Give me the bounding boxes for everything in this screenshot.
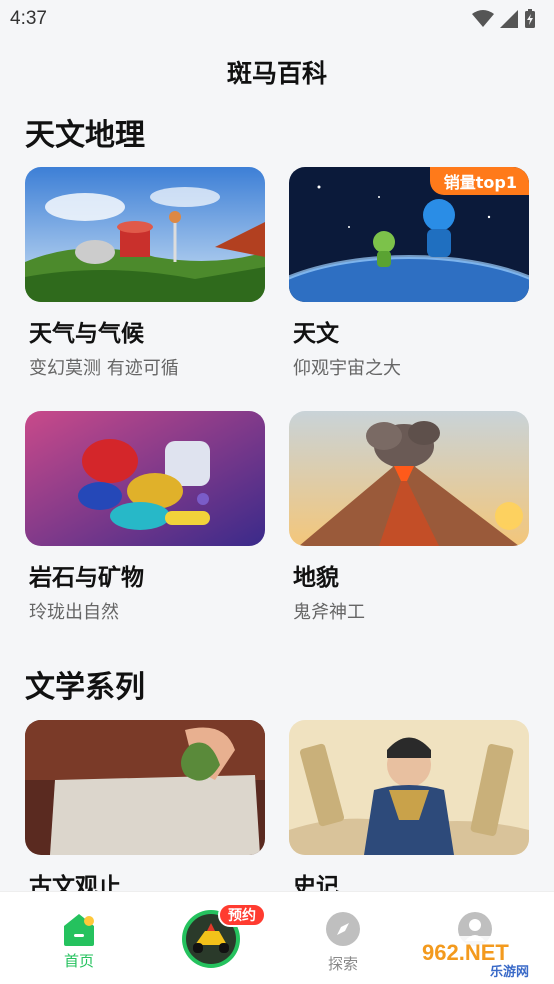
card-thumbnail: [25, 411, 265, 546]
card-subtitle: 变幻莫测 有迹可循: [29, 358, 179, 379]
course-card-guwen-guanzhi[interactable]: 古文观止: [25, 720, 265, 891]
card-thumbnail: [289, 411, 529, 546]
card-title: 岩石与矿物: [29, 565, 144, 591]
reserve-badge: 预约: [218, 903, 266, 927]
section-title-astronomy-geography: 天文地理: [25, 118, 145, 153]
status-icons: [472, 9, 536, 29]
signal-icon: [500, 10, 518, 28]
card-title: 古文观止: [29, 874, 121, 891]
site-watermark: 962.NET 乐游网: [414, 936, 550, 980]
battery-icon: [525, 9, 535, 28]
home-icon: [64, 914, 94, 946]
course-card-weather[interactable]: 天气与气候 变幻莫测 有迹可循: [25, 167, 265, 380]
card-title: 史记: [293, 874, 339, 891]
card-title: 天气与气候: [29, 321, 144, 347]
tab-explore[interactable]: 探索: [288, 892, 398, 984]
card-subtitle: 仰观宇宙之大: [293, 358, 401, 379]
course-card-astronomy[interactable]: 销量top1 天文 仰观宇宙之大: [289, 167, 529, 380]
wifi-icon: [472, 10, 494, 27]
content-scroll[interactable]: 天文地理 天气与气候 变幻莫测 有迹可循 销量top1 天文 仰观宇宙之大 岩石…: [0, 100, 554, 891]
watermark-main: 962.NET: [422, 940, 509, 965]
tab-home-label: 首页: [63, 952, 94, 970]
watermark-sub: 乐游网: [490, 964, 529, 980]
page-title: 斑马百科: [226, 59, 327, 88]
card-title: 天文: [293, 321, 339, 347]
card-title: 地貌: [293, 565, 339, 591]
card-thumbnail: [289, 720, 529, 855]
card-thumbnail: 销量top1: [289, 167, 529, 302]
status-bar: 4:37: [0, 0, 554, 38]
compass-icon: [326, 912, 360, 946]
course-card-landforms[interactable]: 地貌 鬼斧神工: [289, 411, 529, 624]
card-thumbnail: [25, 720, 265, 855]
tab-home[interactable]: 首页: [24, 892, 134, 984]
course-card-rocks-minerals[interactable]: 岩石与矿物 玲珑出自然: [25, 411, 265, 624]
status-time: 4:37: [10, 8, 47, 29]
section-title-literature: 文学系列: [25, 670, 145, 705]
card-thumbnail: [25, 167, 265, 302]
card-subtitle: 鬼斧神工: [293, 602, 365, 623]
card-subtitle: 玲珑出自然: [29, 602, 119, 623]
tab-explore-label: 探索: [327, 955, 358, 973]
best-seller-badge: 销量top1: [429, 167, 529, 195]
course-card-shiji[interactable]: 史记: [289, 720, 529, 891]
